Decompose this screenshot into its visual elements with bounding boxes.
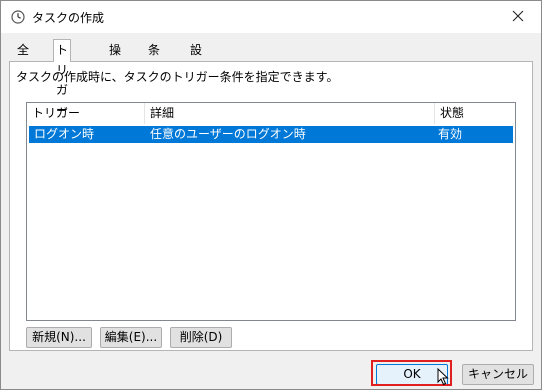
tab-general[interactable]: 全般: [15, 41, 31, 75]
cancel-button[interactable]: キャンセル: [462, 364, 534, 385]
tab-settings[interactable]: 設定: [188, 41, 204, 75]
tab-conditions[interactable]: 条件: [146, 41, 162, 75]
column-header-detail[interactable]: 詳細: [145, 103, 435, 124]
mouse-pointer-icon: [437, 367, 449, 389]
clock-icon: [11, 10, 25, 24]
edit-button[interactable]: 編集(E)...: [100, 327, 162, 348]
close-button[interactable]: [495, 1, 541, 33]
table-row[interactable]: ログオン時 任意のユーザーのログオン時 有効: [29, 126, 513, 143]
title-bar: タスクの作成: [1, 1, 541, 33]
row-trigger: ログオン時: [34, 127, 95, 141]
window-title: タスクの作成: [32, 11, 105, 25]
tab-triggers[interactable]: トリガー: [53, 39, 72, 117]
row-status: 有効: [438, 127, 463, 141]
triggers-panel: タスクの作成時に、タスクのトリガー条件を指定できます。 トリガー 詳細 状態 ロ…: [9, 61, 533, 351]
delete-button[interactable]: 削除(D): [170, 327, 232, 348]
new-button[interactable]: 新規(N)...: [26, 327, 92, 348]
task-create-dialog: タスクの作成 全般 トリガー 操作 条件 設定 タスクの作成時に、タスクのトリガ…: [0, 0, 542, 390]
column-header-trigger[interactable]: トリガー: [27, 103, 145, 124]
trigger-list[interactable]: トリガー 詳細 状態 ログオン時 任意のユーザーのログオン時 有効: [26, 102, 516, 321]
close-icon: [512, 10, 524, 25]
column-header-status[interactable]: 状態: [435, 103, 515, 124]
row-detail: 任意のユーザーのログオン時: [150, 127, 306, 141]
tab-actions[interactable]: 操作: [107, 41, 123, 75]
list-header: トリガー 詳細 状態: [27, 103, 515, 124]
